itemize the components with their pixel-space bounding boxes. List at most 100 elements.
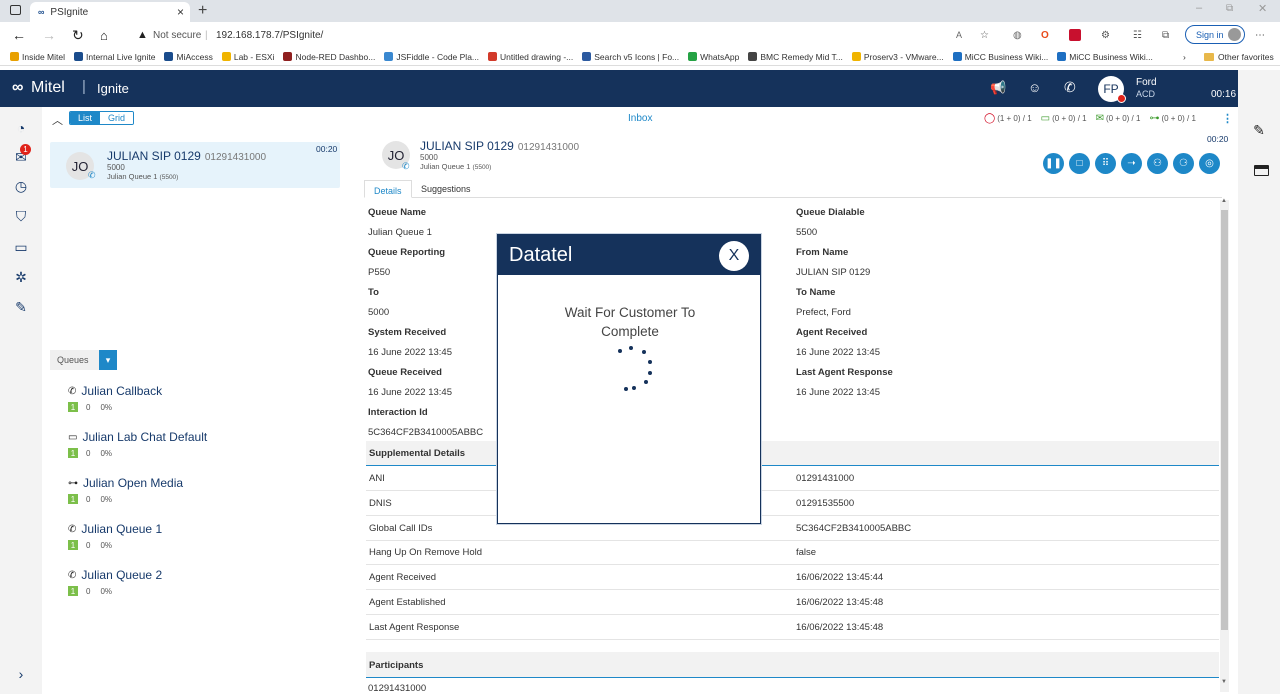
restore-icon[interactable]: ⧉	[1226, 3, 1233, 14]
queue-waiting-badge: 1	[68, 448, 78, 458]
modal-close-button[interactable]: X	[719, 241, 749, 271]
card-icon[interactable]	[1254, 165, 1269, 176]
url-field[interactable]: 192.168.178.7/PSIgnite/	[216, 30, 323, 41]
bookmark-item[interactable]: MiCC Business Wiki...	[1057, 52, 1153, 62]
tab-close-icon[interactable]: ×	[177, 5, 184, 19]
tools-icon[interactable]: ✎	[12, 298, 30, 316]
queue-item[interactable]: ✆ Julian Callback 1 0 0%	[68, 384, 162, 412]
scroll-down-icon[interactable]: ▼	[1221, 679, 1227, 685]
counter-item[interactable]: ⊶ (0 + 0) / 1	[1149, 113, 1195, 124]
history-icon[interactable]: ◷	[12, 177, 30, 195]
bookmark-item[interactable]: BMC Remedy Mid T...	[748, 52, 843, 62]
settings-icon[interactable]: ✲	[12, 268, 30, 286]
hold-button[interactable]: ❚❚	[1043, 153, 1064, 174]
bookmark-label: MiCC Business Wiki...	[1069, 51, 1153, 62]
extension-icon[interactable]: ◍	[1013, 30, 1022, 41]
bookmark-icon	[688, 52, 698, 61]
grid-view-button[interactable]: Grid	[100, 112, 134, 124]
consult-button[interactable]: ⚆	[1173, 153, 1194, 174]
queue-item[interactable]: ▭ Julian Lab Chat Default 1 0 0%	[68, 430, 207, 458]
table-cell-label: Agent Received	[369, 572, 437, 584]
bookmark-list: Inside Mitel Internal Live Ignite MiAccess…	[0, 52, 1162, 62]
wrap-up-button[interactable]: ◎	[1199, 153, 1220, 174]
stop-button[interactable]: □	[1069, 153, 1090, 174]
transfer-button[interactable]: ➝	[1121, 153, 1142, 174]
security-label[interactable]: Not secure	[153, 30, 201, 41]
bookmark-item[interactable]: MiAccess	[164, 52, 213, 62]
scrollbar[interactable]: ▲ ▼	[1220, 198, 1229, 692]
shield-icon[interactable]: ⛉	[12, 207, 30, 225]
conference-button[interactable]: ⚇	[1147, 153, 1168, 174]
bookmark-item[interactable]: JSFiddle - Code Pla...	[384, 52, 479, 62]
queues-label: Queues	[57, 355, 89, 365]
card-queue-number: (5500)	[159, 174, 179, 181]
extensions-puzzle-icon[interactable]: ⚙	[1101, 30, 1110, 41]
bookmark-label: Untitled drawing -...	[500, 51, 574, 62]
supplemental-title: Supplemental Details	[369, 448, 466, 459]
forward-icon[interactable]: →	[42, 27, 56, 43]
queue-item[interactable]: ✆ Julian Queue 1 1 0 0%	[68, 522, 162, 550]
lastpass-icon[interactable]	[1069, 29, 1081, 41]
tab-details[interactable]: Details	[364, 180, 412, 198]
announcement-icon[interactable]: 📢	[990, 80, 1006, 96]
sign-in-button[interactable]: Sign in	[1185, 25, 1245, 44]
window-close-icon[interactable]: ✕	[1258, 2, 1267, 15]
counter-item[interactable]: ◯ (1 + 0) / 1	[984, 113, 1032, 124]
queue-name-row: ⊶ Julian Open Media	[68, 476, 183, 490]
bookmark-item[interactable]: Search v5 Icons | Fo...	[582, 52, 679, 62]
refresh-icon[interactable]: ↻	[72, 27, 84, 44]
keypad-button[interactable]: ⠿	[1095, 153, 1116, 174]
table-cell-label: DNIS	[369, 497, 392, 509]
bookmark-icon	[164, 52, 174, 61]
new-tab-icon[interactable]: +	[198, 2, 207, 20]
wrench-icon[interactable]: ✎	[1250, 121, 1268, 139]
opera-icon[interactable]: O	[1041, 30, 1049, 41]
bookmark-item[interactable]: MiCC Business Wiki...	[952, 52, 1048, 62]
queue-item[interactable]: ✆ Julian Queue 2 1 0 0%	[68, 568, 162, 596]
expand-icon[interactable]: ›	[12, 665, 30, 683]
detail-value: P550	[368, 266, 391, 278]
browser-tab[interactable]: ∞ PSIgnite ×	[30, 2, 190, 22]
browser-titlebar: ∞ PSIgnite × + – ⧉ ✕	[0, 0, 1280, 22]
scrollbar-thumb[interactable]	[1221, 210, 1228, 630]
counter-item[interactable]: ✉ (0 + 0) / 1	[1096, 113, 1141, 124]
more-icon[interactable]: ⋯	[1255, 30, 1265, 41]
contacts-icon[interactable]: ☺	[1028, 80, 1041, 95]
counter-item[interactable]: ▭ (0 + 0) / 1	[1041, 113, 1087, 124]
scroll-up-icon[interactable]: ▲	[1221, 198, 1227, 204]
collections-icon[interactable]: ⧉	[1162, 30, 1169, 41]
other-favorites[interactable]: Other favorites	[1204, 52, 1274, 62]
table-cell-label: Global Call IDs	[369, 522, 433, 534]
bookmark-item[interactable]: Inside Mitel	[10, 52, 65, 62]
minimize-icon[interactable]: –	[1196, 2, 1202, 14]
table-cell-value: 16/06/2022 13:45:48	[796, 597, 884, 608]
bookmarks-overflow-icon[interactable]: ›	[1183, 52, 1186, 62]
dashboard-icon[interactable]: ◔	[12, 119, 30, 137]
interaction-card[interactable]: JO ✆ JULIAN SIP 0129 01291431000 5000 Ju…	[50, 142, 340, 188]
bookmark-item[interactable]: Lab - ESXi	[221, 52, 274, 62]
tab-actions-icon[interactable]	[10, 5, 21, 15]
bookmark-item[interactable]: Node-RED Dashbo...	[283, 52, 375, 62]
phone-icon[interactable]: ✆	[1064, 79, 1076, 96]
favorites-icon[interactable]: ☷	[1133, 30, 1142, 41]
collapse-icon[interactable]: ︿	[52, 112, 63, 128]
tab-suggestions[interactable]: Suggestions	[421, 184, 471, 194]
bookmark-item[interactable]: Internal Live Ignite	[74, 52, 155, 62]
kebab-menu-icon[interactable]: ⋮	[1222, 112, 1233, 125]
card-queue: Julian Queue 1 (5500)	[107, 172, 178, 181]
queue-name: Julian Callback	[81, 384, 163, 398]
bookmark-item[interactable]: WhatsApp	[688, 52, 739, 62]
open-media-icon: ⊶	[68, 477, 78, 489]
home-icon[interactable]: ⌂	[100, 28, 108, 43]
list-view-button[interactable]: List	[70, 112, 101, 124]
bookmark-item[interactable]: Proserv3 - VMware...	[851, 52, 944, 62]
avatar-initials: JO	[71, 158, 89, 174]
queues-dropdown-button[interactable]: ▾	[99, 350, 117, 370]
back-icon[interactable]: ←	[12, 27, 26, 43]
queue-item[interactable]: ⊶ Julian Open Media 1 0 0%	[68, 476, 183, 504]
detail-value: 16 June 2022 13:45	[368, 346, 452, 358]
bookmark-item[interactable]: Untitled drawing -...	[488, 52, 573, 62]
favorite-star-icon[interactable]: ☆	[980, 30, 989, 41]
folder-icon[interactable]: ▭	[12, 238, 30, 256]
read-aloud-icon[interactable]: A	[956, 30, 962, 40]
